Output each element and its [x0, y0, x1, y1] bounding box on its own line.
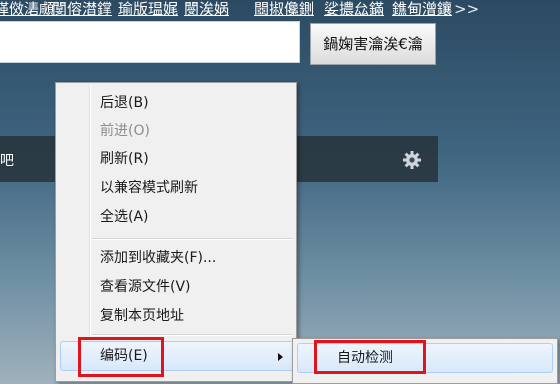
top-nav-link-7[interactable]: 鐎甸潧鑲	[392, 0, 452, 18]
menu-item-back[interactable]: 后退(B)	[100, 91, 149, 115]
menu-item-forward[interactable]: 前进(O)	[100, 119, 150, 143]
submenu-arrow-icon	[278, 353, 283, 361]
top-nav-link-3[interactable]: 瑜版瑥娓	[118, 0, 178, 18]
annotation-box-encoding	[78, 337, 164, 377]
menu-item-copy-address[interactable]: 复制本页地址	[100, 304, 184, 328]
search-input[interactable]	[0, 21, 300, 63]
bar-label: 吧	[0, 153, 14, 169]
top-nav-link-2[interactable]: 閺傛澘鐣	[52, 0, 112, 18]
gear-icon[interactable]	[402, 150, 422, 170]
menu-icon-column	[89, 85, 91, 379]
top-nav-link-1[interactable]: 缂傚湱顑	[0, 0, 54, 18]
menu-separator	[92, 334, 293, 336]
menu-item-select-all[interactable]: 全选(A)	[100, 205, 149, 229]
top-nav-link-6[interactable]: 娑擃厽鏋	[324, 0, 384, 18]
menu-item-refresh[interactable]: 刷新(R)	[100, 147, 149, 171]
menu-item-compat-refresh[interactable]: 以兼容模式刷新	[100, 176, 198, 200]
top-nav-more-link[interactable]: >>	[454, 0, 479, 18]
menu-item-view-source[interactable]: 查看源文件(V)	[100, 275, 191, 299]
top-nav-link-5[interactable]: 閸掓儳鍘	[254, 0, 314, 18]
search-button[interactable]: 鍋婅害瀹涘€瀹	[310, 23, 436, 65]
menu-separator	[92, 238, 293, 240]
annotation-box-auto-detect	[314, 340, 426, 374]
top-nav-link-4[interactable]: 閿涘娲	[184, 0, 229, 18]
menu-item-add-favorites[interactable]: 添加到收藏夹(F)...	[100, 246, 216, 270]
